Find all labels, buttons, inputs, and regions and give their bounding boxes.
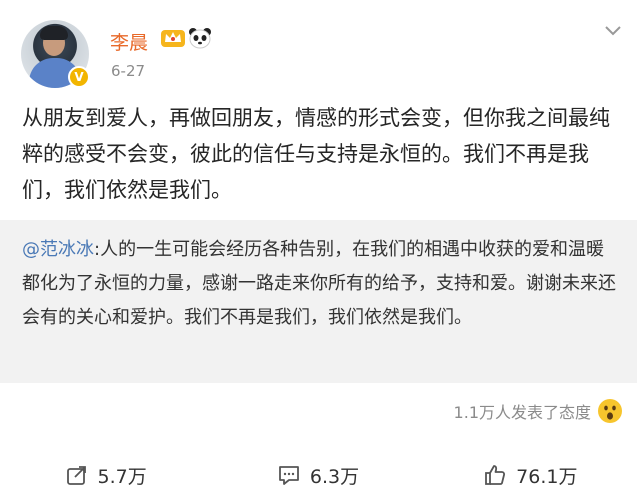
- reactions-text: 1.1万人发表了态度: [453, 403, 591, 422]
- thumbs-up-icon: [485, 465, 506, 485]
- comment-count: 6.3万: [309, 465, 360, 488]
- wow-emoji-icon: [598, 399, 622, 423]
- crown-icon: [161, 30, 185, 47]
- comment-icon: [278, 466, 299, 485]
- repost-card[interactable]: @范冰冰:人的一生可能会经历各种告别，在我们的相遇中收获的爱和温暖都化为了永恒的…: [0, 220, 637, 383]
- repost-count: 5.7万: [97, 465, 147, 488]
- username[interactable]: 李晨: [110, 28, 148, 55]
- post-header: V 李晨 6-27: [0, 0, 637, 92]
- repost-icon: [66, 466, 86, 485]
- post-date: 6-27: [111, 62, 146, 80]
- repost-text: :人的一生可能会经历各种告别，在我们的相遇中收获的爱和温暖都化为了永恒的力量，感…: [22, 239, 616, 328]
- post-text: 从朋友到爱人，再做回朋友，情感的形式会变，但你我之间最纯粹的感受不会变，彼此的信…: [22, 106, 610, 202]
- verified-badge-icon: V: [68, 66, 90, 88]
- mention-link[interactable]: @范冰冰: [22, 239, 94, 260]
- comment-button[interactable]: 6.3万: [212, 450, 424, 500]
- repost-button[interactable]: 5.7万: [0, 450, 212, 500]
- chevron-down-icon[interactable]: [604, 25, 622, 37]
- panda-icon: [189, 28, 211, 49]
- action-toolbar: 5.7万 6.3万 76.1万: [0, 450, 637, 500]
- repost-content: @范冰冰:人的一生可能会经历各种告别，在我们的相遇中收获的爱和温暖都化为了永恒的…: [22, 233, 622, 335]
- like-button[interactable]: 76.1万: [425, 450, 637, 500]
- reactions-summary[interactable]: 1.1万人发表了态度: [454, 398, 623, 424]
- like-count: 76.1万: [516, 465, 578, 488]
